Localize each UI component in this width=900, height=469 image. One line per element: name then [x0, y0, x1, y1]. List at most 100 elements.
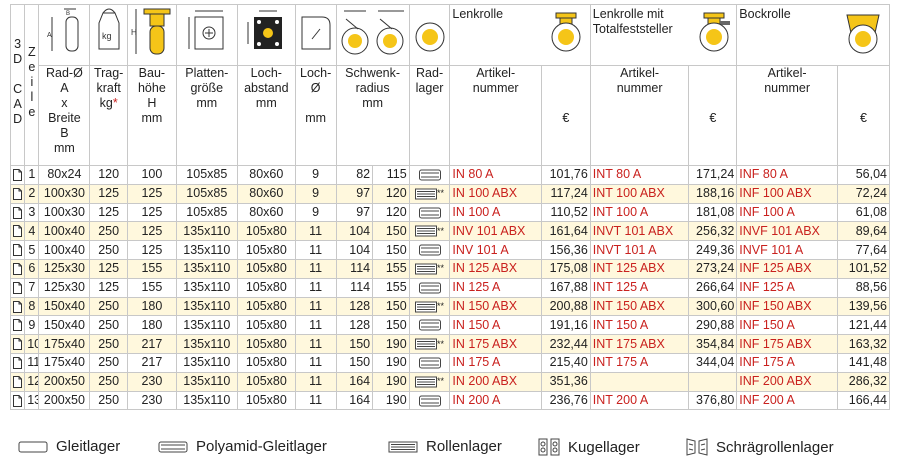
preis-bockrolle-cell: 163,32: [836, 334, 891, 354]
artikel-lenkrolle-cell[interactable]: IN 150 A: [449, 315, 542, 336]
lochd-cell: 11: [294, 296, 337, 317]
polyamide-bearing-icon: [158, 441, 188, 452]
artikel-lenkrolle-fest-cell[interactable]: INT 125 A: [589, 277, 690, 298]
artikel-bockrolle-cell[interactable]: INF 175 ABX: [736, 334, 838, 354]
schwenkradius-1-cell: 104: [335, 221, 374, 242]
hole-spacing-icon: [236, 4, 296, 66]
schwenkradius-1-cell: 128: [335, 315, 374, 336]
radlager-cell: **: [408, 371, 451, 392]
bearing-icon: [408, 4, 451, 66]
artikel-lenkrolle-cell[interactable]: IN 125 ABX: [449, 258, 542, 279]
cad-download-cell[interactable]: [9, 334, 26, 354]
artikel-lenkrolle-fest-cell[interactable]: INT 200 A: [589, 390, 690, 411]
artikel-bockrolle-cell[interactable]: INF 125 A: [736, 277, 838, 298]
header-artikel-2: Artikel-nummer: [589, 65, 690, 166]
rad-cell: 100x30: [38, 202, 91, 223]
artikel-lenkrolle-fest-cell[interactable]: INT 175 ABX: [589, 334, 690, 354]
rad-cell: 150x40: [38, 315, 91, 336]
roller-bearing-icon: [415, 301, 438, 313]
preis-lenkrolle-fest-cell: 376,80: [688, 390, 738, 411]
cad-download-cell[interactable]: [9, 165, 26, 185]
artikel-lenkrolle-fest-cell[interactable]: INVT 101 ABX: [589, 221, 690, 242]
artikel-lenkrolle-fest-cell[interactable]: INT 80 A: [589, 165, 690, 185]
artikel-lenkrolle-fest-cell[interactable]: INT 100 A: [589, 202, 690, 223]
polyamide-bearing-icon: [418, 282, 441, 294]
artikel-bockrolle-cell[interactable]: INF 125 ABX: [736, 258, 838, 279]
plattengroesse-cell: 135x110: [175, 221, 238, 242]
artikel-lenkrolle-cell[interactable]: IN 125 A: [449, 277, 542, 298]
header-3dcad: 3DCAD: [9, 4, 26, 166]
header-euro-3: €: [836, 65, 891, 166]
bearing-legend: Gleitlager Polyamid-Gleitlager Rollenlag…: [18, 438, 888, 464]
artikel-bockrolle-cell[interactable]: INF 175 A: [736, 352, 838, 373]
artikel-bockrolle-cell[interactable]: INF 100 ABX: [736, 183, 838, 204]
artikel-lenkrolle-cell[interactable]: IN 80 A: [449, 165, 542, 185]
artikel-lenkrolle-cell[interactable]: IN 175 ABX: [449, 334, 542, 354]
artikel-lenkrolle-cell[interactable]: IN 100 A: [449, 202, 542, 223]
lochabstand-cell: 80x60: [236, 183, 296, 204]
artikel-lenkrolle-cell[interactable]: INV 101 A: [449, 240, 542, 260]
bauhoehe-cell: 180: [126, 315, 177, 336]
schwenkradius-2-cell: 150: [372, 221, 410, 242]
lochd-cell: 11: [294, 258, 337, 279]
swivel-radius-icon: [335, 4, 410, 66]
preis-lenkrolle-cell: 236,76: [540, 390, 591, 411]
plattengroesse-cell: 135x110: [175, 390, 238, 411]
legend-kugellager: Kugellager: [538, 438, 640, 456]
schwenkradius-2-cell: 150: [372, 315, 410, 336]
artikel-lenkrolle-cell[interactable]: IN 100 ABX: [449, 183, 542, 204]
cad-download-cell[interactable]: [9, 390, 26, 411]
artikel-bockrolle-cell[interactable]: INVF 101 A: [736, 240, 838, 260]
cad-download-cell[interactable]: [9, 277, 26, 298]
artikel-lenkrolle-fest-cell[interactable]: [589, 371, 690, 392]
artikel-bockrolle-cell[interactable]: INF 150 A: [736, 315, 838, 336]
radlager-cell: **: [408, 183, 451, 204]
cad-download-cell[interactable]: [9, 221, 26, 242]
artikel-lenkrolle-fest-cell[interactable]: INT 150 ABX: [589, 296, 690, 317]
zeile-cell: 7: [24, 277, 40, 298]
artikel-lenkrolle-fest-cell[interactable]: INVT 101 A: [589, 240, 690, 260]
lochd-cell: 11: [294, 277, 337, 298]
preis-lenkrolle-fest-cell: 171,24: [688, 165, 738, 185]
artikel-lenkrolle-cell[interactable]: INV 101 ABX: [449, 221, 542, 242]
artikel-lenkrolle-fest-cell[interactable]: INT 175 A: [589, 352, 690, 373]
artikel-bockrolle-cell[interactable]: INF 150 ABX: [736, 296, 838, 317]
rad-cell: 80x24: [38, 165, 91, 185]
cad-download-cell[interactable]: [9, 296, 26, 317]
tragkraft-cell: 250: [89, 371, 128, 392]
cad-download-cell[interactable]: [9, 202, 26, 223]
radlager-cell: **: [408, 221, 451, 242]
radlager-cell: **: [408, 258, 451, 279]
radlager-cell: [408, 202, 451, 223]
artikel-bockrolle-cell[interactable]: INF 80 A: [736, 165, 838, 185]
artikel-lenkrolle-fest-cell[interactable]: INT 125 ABX: [589, 258, 690, 279]
artikel-lenkrolle-fest-cell[interactable]: INT 100 ABX: [589, 183, 690, 204]
lochd-cell: 9: [294, 202, 337, 223]
artikel-bockrolle-cell[interactable]: INF 200 A: [736, 390, 838, 411]
cad-download-cell[interactable]: [9, 258, 26, 279]
artikel-lenkrolle-cell[interactable]: IN 150 ABX: [449, 296, 542, 317]
cad-document-icon: [13, 357, 23, 370]
table-row: 13200x50250230135x110105x8011164190 IN 20…: [9, 390, 891, 411]
artikel-lenkrolle-cell[interactable]: IN 200 ABX: [449, 371, 542, 392]
artikel-lenkrolle-cell[interactable]: IN 200 A: [449, 390, 542, 411]
artikel-bockrolle-cell[interactable]: INF 200 ABX: [736, 371, 838, 392]
rad-cell: 175x40: [38, 352, 91, 373]
cad-download-cell[interactable]: [9, 315, 26, 336]
zeile-cell: 10: [24, 334, 40, 354]
cad-download-cell[interactable]: [9, 352, 26, 373]
artikel-lenkrolle-fest-cell[interactable]: INT 150 A: [589, 315, 690, 336]
preis-bockrolle-cell: 56,04: [836, 165, 891, 185]
cad-download-cell[interactable]: [9, 371, 26, 392]
artikel-lenkrolle-cell[interactable]: IN 175 A: [449, 352, 542, 373]
header-tragkraft: Trag-kraft kg*: [89, 65, 128, 166]
schwenkradius-1-cell: 150: [335, 352, 374, 373]
header-lochd: Loch- Ømm: [294, 65, 337, 166]
bearing-note-stars: **: [437, 376, 445, 387]
artikel-bockrolle-cell[interactable]: INF 100 A: [736, 202, 838, 223]
cad-download-cell[interactable]: [9, 183, 26, 204]
artikel-bockrolle-cell[interactable]: INVF 101 ABX: [736, 221, 838, 242]
cad-download-cell[interactable]: [9, 240, 26, 260]
schwenkradius-1-cell: 164: [335, 371, 374, 392]
plattengroesse-cell: 135x110: [175, 296, 238, 317]
